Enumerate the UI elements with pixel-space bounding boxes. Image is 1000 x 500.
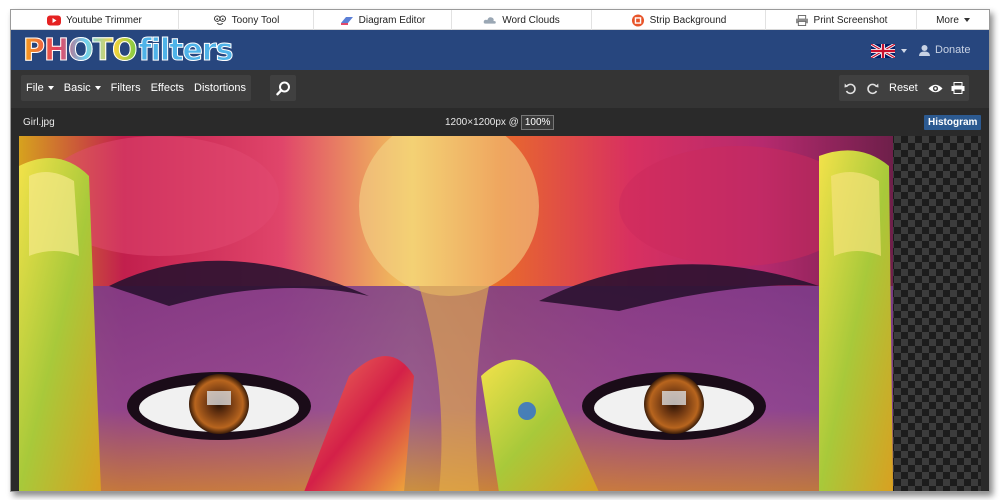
history-tools: Reset	[839, 75, 969, 101]
redo-button[interactable]	[861, 75, 883, 101]
toplink-label: Diagram Editor	[358, 14, 426, 26]
toplink-toony-tool[interactable]: Toony Tool	[179, 10, 314, 30]
logo-photo-text: PHOTO	[23, 32, 139, 68]
search-button[interactable]	[270, 75, 296, 101]
strip-background-icon	[631, 13, 644, 27]
image-dimensions: 1200×1200px @ 100%	[445, 115, 555, 130]
print-icon	[951, 82, 965, 94]
image-info-bar: Girl.jpg 1200×1200px @ 100% Histogram	[11, 108, 989, 135]
reset-button[interactable]: Reset	[883, 75, 924, 101]
toplink-word-clouds[interactable]: Word Clouds	[452, 10, 592, 30]
logo-filters-text: filters	[138, 32, 234, 68]
search-icon	[275, 81, 290, 95]
preview-button[interactable]	[924, 75, 947, 101]
menu-label: Distortions	[194, 82, 246, 94]
toplink-label: Word Clouds	[502, 14, 560, 26]
cloud-icon	[483, 16, 497, 24]
toplink-diagram-editor[interactable]: Diagram Editor	[314, 10, 452, 30]
toplink-more[interactable]: More	[917, 10, 989, 30]
app-window: Youtube Trimmer Toony Tool Diagram Edito…	[10, 9, 990, 492]
toplink-label: Toony Tool	[231, 14, 280, 26]
donate-icon	[919, 44, 930, 56]
image-canvas[interactable]	[19, 136, 981, 492]
print-button[interactable]	[947, 75, 969, 101]
donate-button[interactable]: Donate	[918, 41, 970, 59]
printer-icon	[795, 14, 808, 26]
editor-toolbar: File Basic Filters Effects Distortions R…	[11, 70, 989, 108]
dimensions-text: 1200×1200px @	[445, 117, 519, 128]
menu-file[interactable]: File	[21, 75, 59, 101]
toplink-label: Strip Background	[649, 14, 727, 26]
edited-photo[interactable]	[19, 136, 893, 492]
toplink-label: Print Screenshot	[813, 14, 888, 26]
undo-icon	[844, 83, 856, 94]
top-links-bar: Youtube Trimmer Toony Tool Diagram Edito…	[11, 10, 989, 30]
toplink-strip-background[interactable]: Strip Background	[592, 10, 766, 30]
toplink-print-screenshot[interactable]: Print Screenshot	[766, 10, 917, 30]
menu-label: File	[26, 82, 44, 94]
histogram-button[interactable]: Histogram	[924, 115, 982, 130]
donate-label: Donate	[935, 44, 971, 56]
site-logo[interactable]: PHOTO filters	[23, 32, 235, 68]
menu-label: Filters	[110, 82, 141, 94]
menu-distortions[interactable]: Distortions	[189, 75, 251, 101]
diagram-icon	[340, 16, 353, 25]
undo-button[interactable]	[839, 75, 861, 101]
chevron-down-icon	[963, 18, 970, 22]
eye-icon	[928, 84, 943, 92]
youtube-icon	[47, 15, 62, 25]
redo-icon	[866, 83, 878, 94]
toplink-label: More	[936, 14, 959, 26]
menu-effects[interactable]: Effects	[146, 75, 189, 101]
menu-label: Effects	[150, 82, 185, 94]
uk-flag-icon[interactable]	[871, 44, 895, 58]
zoom-level[interactable]: 100%	[520, 115, 555, 130]
menu-filters[interactable]: Filters	[106, 75, 146, 101]
main-menu: File Basic Filters Effects Distortions	[21, 75, 251, 101]
toplink-youtube-trimmer[interactable]: Youtube Trimmer	[11, 10, 179, 30]
menu-basic[interactable]: Basic	[59, 75, 106, 101]
menu-label: Basic	[63, 82, 91, 94]
toony-face-icon	[213, 14, 226, 25]
chevron-down-icon	[94, 86, 101, 90]
file-name: Girl.jpg	[23, 117, 55, 128]
site-header: PHOTO filters Donate	[11, 30, 989, 70]
toplink-label: Youtube Trimmer	[66, 14, 142, 26]
chevron-down-icon	[47, 86, 54, 90]
language-chevron-icon[interactable]	[901, 49, 907, 53]
